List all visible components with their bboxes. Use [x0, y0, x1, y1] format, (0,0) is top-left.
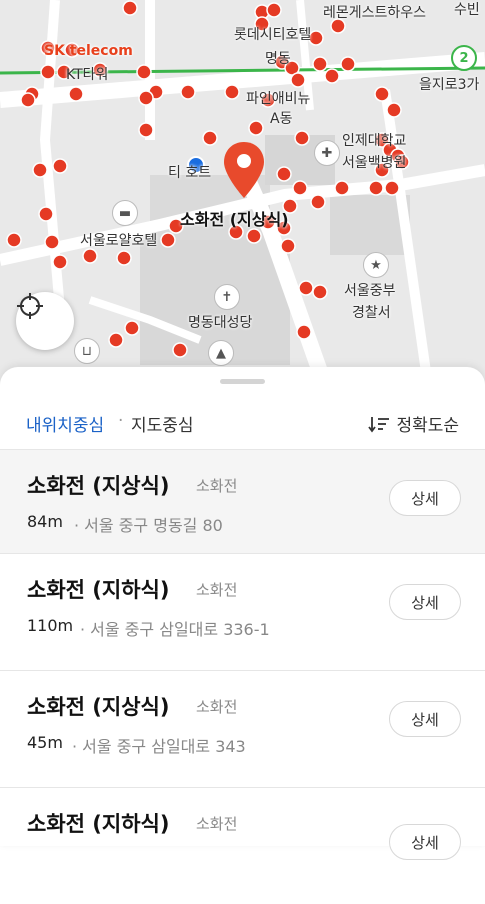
- label-suwon: 수빈: [454, 2, 480, 18]
- list-item[interactable]: 소화전 (지하식) 소화전 상세: [0, 788, 485, 904]
- label-cathedral: 명동대성당: [188, 315, 253, 331]
- label-a-dong: A동: [270, 111, 293, 127]
- label-euljiro3ga: 을지로3가: [419, 77, 480, 93]
- sort-label: 정확도순: [396, 416, 459, 436]
- result-address: · 서울 중구 삼일대로 336-1: [80, 620, 270, 639]
- hotel-icon: ▬: [112, 200, 138, 226]
- result-title: 소화전 (지상식): [27, 695, 170, 719]
- result-category: 소화전: [196, 698, 238, 716]
- filter-bar: 내위치중심 · 지도중심 정확도순: [0, 407, 485, 437]
- label-lotte-hotel: 롯데시티호텔: [234, 27, 312, 43]
- shopping-cart-icon: ⊔: [74, 338, 100, 364]
- label-tim-hortons: 티 호트: [168, 165, 212, 181]
- result-title: 소화전 (지상식): [27, 474, 170, 498]
- detail-button[interactable]: 상세: [389, 480, 461, 516]
- label-seoul-paik: 서울백병원: [342, 155, 407, 171]
- result-category: 소화전: [196, 581, 238, 599]
- map-view[interactable]: 레몬게스트하우스 수빈 롯데시티호텔 명동 SK telecom KT타워 을지…: [0, 0, 485, 400]
- subway-line-badge: 2: [451, 45, 477, 71]
- list-item[interactable]: 소화전 (지하식) 소화전 110m · 서울 중구 삼일대로 336-1 상세: [0, 554, 485, 671]
- results-list: 소화전 (지상식) 소화전 84m · 서울 중구 명동길 80 상세 소화전 …: [0, 449, 485, 904]
- result-category: 소화전: [196, 477, 238, 495]
- label-selected-place: 소화전 (지상식): [180, 210, 289, 229]
- results-sheet: 내위치중심 · 지도중심 정확도순 소화전 (지상식) 소화전 84m · 서울…: [0, 367, 485, 860]
- result-distance: 84m: [27, 512, 63, 531]
- filter-map-center[interactable]: 지도중심: [131, 411, 194, 436]
- result-distance: 45m: [27, 733, 63, 752]
- list-item[interactable]: 소화전 (지상식) 소화전 45m · 서울 중구 삼일대로 343 상세: [0, 671, 485, 788]
- list-item[interactable]: 소화전 (지상식) 소화전 84m · 서울 중구 명동길 80 상세: [0, 449, 485, 554]
- church-icon: ✝: [214, 284, 240, 310]
- filter-my-location[interactable]: 내위치중심: [26, 411, 104, 436]
- label-myeongdong: 명동: [265, 51, 291, 67]
- selected-pin-icon[interactable]: [222, 140, 266, 200]
- hospital-icon: ✚: [314, 140, 340, 166]
- detail-button[interactable]: 상세: [389, 584, 461, 620]
- result-address: · 서울 중구 명동길 80: [74, 516, 223, 535]
- landmark-icon: ▲: [208, 340, 234, 366]
- label-police-2: 경찰서: [352, 305, 391, 321]
- label-lemon-guesthouse: 레몬게스트하우스: [323, 5, 427, 21]
- label-royal-hotel: 서울로얄호텔: [80, 233, 158, 249]
- crosshair-icon: [17, 293, 43, 319]
- detail-button[interactable]: 상세: [389, 701, 461, 737]
- police-icon: ★: [363, 252, 389, 278]
- sort-icon: [368, 416, 390, 432]
- sheet-drag-handle[interactable]: [220, 379, 265, 384]
- detail-button[interactable]: 상세: [389, 824, 461, 860]
- result-category: 소화전: [196, 815, 238, 833]
- filter-separator: ·: [118, 411, 124, 431]
- label-sk-telecom: SK telecom: [44, 43, 133, 59]
- result-distance: 110m: [27, 616, 74, 635]
- my-location-button[interactable]: [16, 292, 74, 350]
- label-inje-univ: 인제대학교: [342, 133, 407, 149]
- result-address: · 서울 중구 삼일대로 343: [72, 737, 246, 756]
- label-police-1: 서울중부: [344, 283, 396, 299]
- sort-button[interactable]: 정확도순: [368, 411, 459, 436]
- map-canvas: [0, 0, 485, 400]
- label-kt-tower: KT타워: [66, 67, 109, 83]
- label-pine-avenue: 파인애비뉴: [246, 91, 311, 107]
- result-title: 소화전 (지하식): [27, 578, 170, 602]
- result-title: 소화전 (지하식): [27, 812, 170, 836]
